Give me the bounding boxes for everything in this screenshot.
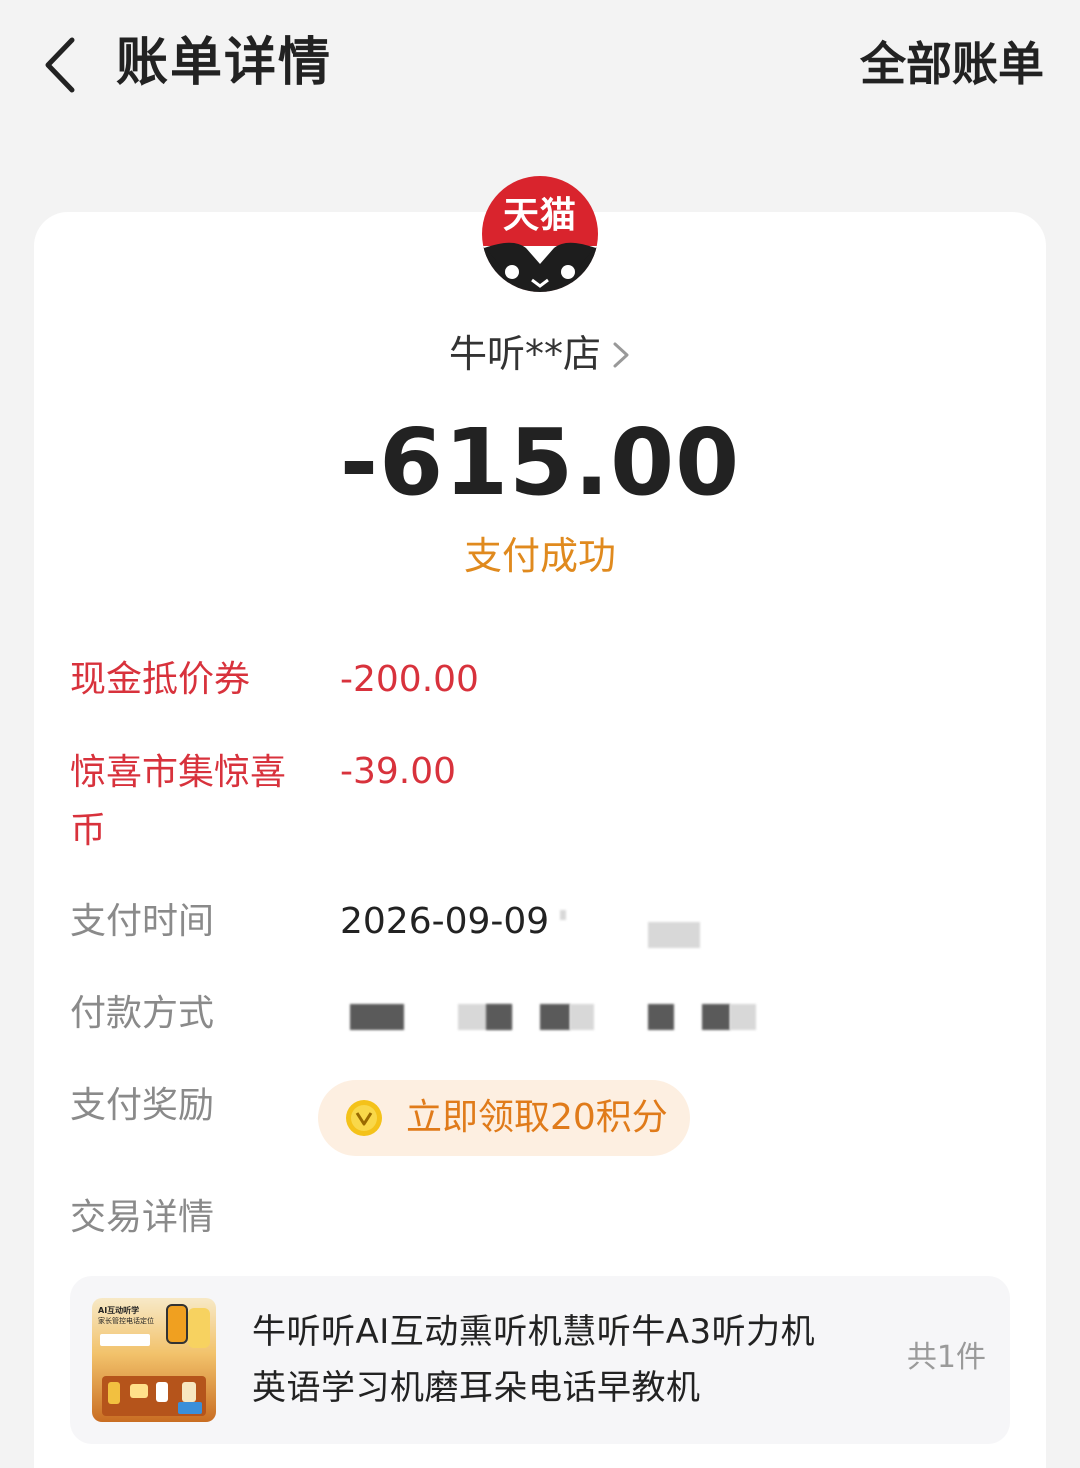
merchant-link[interactable]: 牛听**店 bbox=[0, 326, 1080, 385]
claim-points-label: 立即领取20积分 bbox=[406, 1097, 668, 1138]
pay-time-label: 支付时间 bbox=[70, 901, 215, 942]
all-bills-link[interactable]: 全部账单 bbox=[860, 30, 1044, 98]
claim-points-button[interactable]: 立即领取20积分 bbox=[318, 1080, 690, 1156]
payment-status: 支付成功 bbox=[463, 534, 616, 578]
product-item[interactable]: AI互动听学 家长管控电话定位 牛听听AI互动熏听机慧听牛A3听力机英语学习机磨… bbox=[70, 1276, 1010, 1444]
transaction-amount: -615.00 bbox=[339, 409, 741, 516]
pay-method-label: 付款方式 bbox=[70, 993, 215, 1034]
logo-text: 天猫 bbox=[502, 195, 577, 236]
thumb-caption-2: 家长管控电话定位 bbox=[98, 1317, 154, 1325]
page-title: 账单详情 bbox=[116, 33, 333, 93]
redacted-time-block bbox=[648, 922, 700, 948]
merchant-name: 牛听**店 bbox=[448, 332, 601, 376]
pay-time-value: 2026-09-09 bbox=[340, 901, 550, 942]
thumb-caption-1: AI互动听学 bbox=[98, 1306, 140, 1315]
coin-icon bbox=[346, 1100, 382, 1136]
reward-label: 支付奖励 bbox=[70, 1085, 215, 1126]
product-title: 牛听听AI互动熏听机慧听牛A3听力机英语学习机磨耳朵电话早教机 bbox=[252, 1312, 816, 1408]
coupon-value: -200.00 bbox=[340, 659, 479, 700]
back-arrow-icon bbox=[45, 37, 75, 93]
back-button[interactable] bbox=[34, 34, 86, 96]
tmall-logo: 天猫 bbox=[482, 176, 598, 292]
redacted-time bbox=[560, 910, 566, 920]
coupon-label: 现金抵价券 bbox=[70, 659, 251, 700]
top-bar: 账单详情 全部账单 bbox=[0, 0, 1080, 130]
bill-detail-page: 账单详情 全部账单 天猫 牛听**店 -615.00 支付成功 现金抵价券 -2… bbox=[0, 0, 1080, 1468]
product-count: 共1件 bbox=[906, 1340, 986, 1375]
trade-detail-label: 交易详情 bbox=[70, 1197, 215, 1238]
coins-label: 惊喜市集惊喜币 bbox=[70, 752, 287, 851]
coins-value: -39.00 bbox=[340, 751, 457, 792]
chevron-right-icon bbox=[611, 329, 631, 385]
product-thumbnail: AI互动听学 家长管控电话定位 bbox=[92, 1298, 216, 1422]
